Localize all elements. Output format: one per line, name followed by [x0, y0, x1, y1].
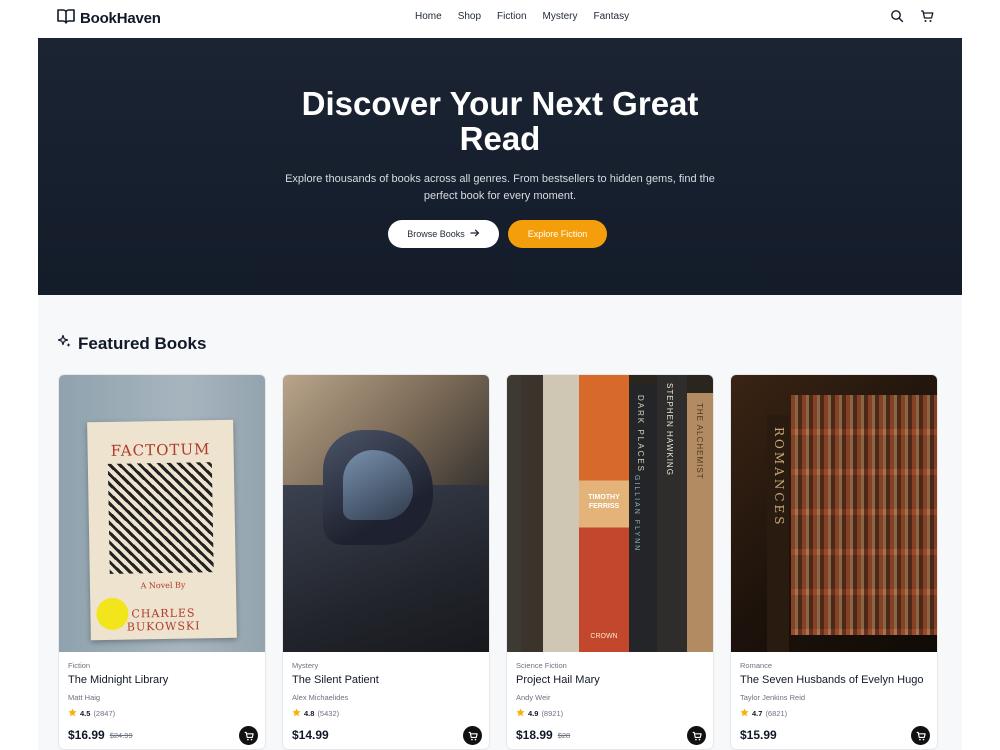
- book-price: $16.99: [68, 728, 105, 742]
- rating-value: 4.9: [528, 709, 539, 718]
- rating-value: 4.8: [304, 709, 315, 718]
- price-row: $14.99: [292, 726, 482, 745]
- featured-title: Featured Books: [78, 334, 207, 353]
- add-to-cart-button[interactable]: [911, 726, 930, 745]
- arrow-right-icon: [470, 229, 480, 239]
- book-rating: 4.9 (8921): [516, 708, 706, 719]
- book-price: $14.99: [292, 728, 329, 742]
- book-info: Mystery The Silent Patient Alex Michaeli…: [292, 661, 482, 719]
- book-card[interactable]: Mystery The Silent Patient Alex Michaeli…: [282, 374, 490, 750]
- book-cover-image[interactable]: FACTOTUM A Novel By CHARLES BUKOWSKI: [59, 375, 265, 652]
- spine-text: THE ALCHEMIST: [695, 403, 704, 480]
- book-price: $18.99: [516, 728, 553, 742]
- book-category: Mystery: [292, 661, 319, 670]
- book-rating: 4.5 (2847): [68, 708, 258, 719]
- nav-actions: [890, 9, 936, 25]
- spine-text: GILLIAN FLYNN: [633, 475, 640, 553]
- cart-icon: [916, 731, 926, 740]
- price-row: $16.99 $24.99: [68, 726, 258, 745]
- spine-text: DARK PLACES: [636, 395, 645, 474]
- hero-subtitle: Explore thousands of books across all ge…: [285, 173, 715, 202]
- browse-books-button[interactable]: Browse Books: [388, 220, 499, 248]
- add-to-cart-button[interactable]: [687, 726, 706, 745]
- featured-heading: Featured Books: [57, 334, 206, 354]
- nav-link-shop[interactable]: Shop: [458, 11, 481, 22]
- browse-books-label: Browse Books: [407, 229, 465, 239]
- price-row: $18.99 $28: [516, 726, 706, 745]
- spine-text: TIMOTHY FERRISS: [588, 494, 620, 510]
- cover-subtitle-text: A Novel By: [140, 580, 186, 591]
- add-to-cart-button[interactable]: [463, 726, 482, 745]
- rating-value: 4.7: [752, 709, 763, 718]
- book-card[interactable]: FACTOTUM A Novel By CHARLES BUKOWSKI Fic…: [58, 374, 266, 750]
- star-icon: [516, 708, 525, 719]
- rating-value: 4.5: [80, 709, 91, 718]
- book-title[interactable]: The Seven Husbands of Evelyn Hugo: [740, 674, 930, 686]
- spine-text: CROWN: [590, 633, 618, 640]
- book-info: Science Fiction Project Hail Mary Andy W…: [516, 661, 706, 719]
- spine-text: STEPHEN HAWKING: [665, 383, 674, 476]
- book-cover-image[interactable]: TIMOTHY FERRISS CROWN DARK PLACES STEPHE…: [507, 375, 713, 652]
- open-book-icon: [57, 8, 75, 29]
- book-cover-image[interactable]: ROMANCES: [731, 375, 937, 652]
- add-to-cart-button[interactable]: [239, 726, 258, 745]
- nav-links: Home Shop Fiction Mystery Fantasy: [415, 11, 645, 22]
- book-title[interactable]: The Midnight Library: [68, 674, 258, 686]
- star-icon: [292, 708, 301, 719]
- star-icon: [740, 708, 749, 719]
- review-count: (2847): [93, 709, 116, 718]
- review-count: (5432): [317, 709, 340, 718]
- search-icon[interactable]: [890, 9, 906, 25]
- book-info: Fiction The Midnight Library Matt Haig 4…: [68, 661, 258, 719]
- book-card[interactable]: TIMOTHY FERRISS CROWN DARK PLACES STEPHE…: [506, 374, 714, 750]
- book-author: Alex Michaelides: [292, 693, 349, 702]
- nav-link-fantasy[interactable]: Fantasy: [594, 11, 630, 22]
- nav-link-mystery[interactable]: Mystery: [543, 11, 578, 22]
- book-author: Matt Haig: [68, 693, 101, 702]
- book-card[interactable]: ROMANCES Romance The Seven Husbands of E…: [730, 374, 938, 750]
- book-rating: 4.8 (5432): [292, 708, 482, 719]
- logo[interactable]: BookHaven: [57, 8, 161, 29]
- top-nav: BookHaven Home Shop Fiction Mystery Fant…: [0, 0, 1000, 37]
- spine-text: ROMANCES: [772, 427, 786, 528]
- book-author: Taylor Jenkins Reid: [740, 693, 806, 702]
- brand-name: BookHaven: [80, 10, 161, 27]
- review-count: (6821): [765, 709, 788, 718]
- book-rating: 4.7 (6821): [740, 708, 930, 719]
- explore-fiction-label: Explore Fiction: [527, 229, 588, 239]
- price-row: $15.99: [740, 726, 930, 745]
- nav-link-home[interactable]: Home: [415, 11, 442, 22]
- book-info: Romance The Seven Husbands of Evelyn Hug…: [740, 661, 930, 719]
- cart-icon: [692, 731, 702, 740]
- book-category: Fiction: [68, 661, 91, 670]
- book-title[interactable]: The Silent Patient: [292, 674, 482, 686]
- sparkles-icon: [57, 334, 72, 354]
- explore-fiction-button[interactable]: Explore Fiction: [508, 220, 607, 248]
- review-count: (8921): [541, 709, 564, 718]
- book-old-price: $28: [557, 730, 571, 740]
- cover-title-text: FACTOTUM: [110, 440, 211, 460]
- book-title[interactable]: Project Hail Mary: [516, 674, 706, 686]
- page: BookHaven Home Shop Fiction Mystery Fant…: [0, 0, 1000, 750]
- book-category: Science Fiction: [516, 661, 567, 670]
- nav-link-fiction[interactable]: Fiction: [497, 11, 526, 22]
- cart-icon: [468, 731, 478, 740]
- book-old-price: $24.99: [109, 730, 133, 740]
- book-cover-image[interactable]: [283, 375, 489, 652]
- hero-banner: Discover Your Next Great Read Explore th…: [38, 38, 962, 295]
- star-icon: [68, 708, 77, 719]
- book-price: $15.99: [740, 728, 777, 742]
- cart-icon: [244, 731, 254, 740]
- book-category: Romance: [740, 661, 773, 670]
- cart-icon[interactable]: [920, 9, 936, 25]
- book-author: Andy Weir: [516, 693, 551, 702]
- hero-title: Discover Your Next Great Read: [301, 85, 699, 157]
